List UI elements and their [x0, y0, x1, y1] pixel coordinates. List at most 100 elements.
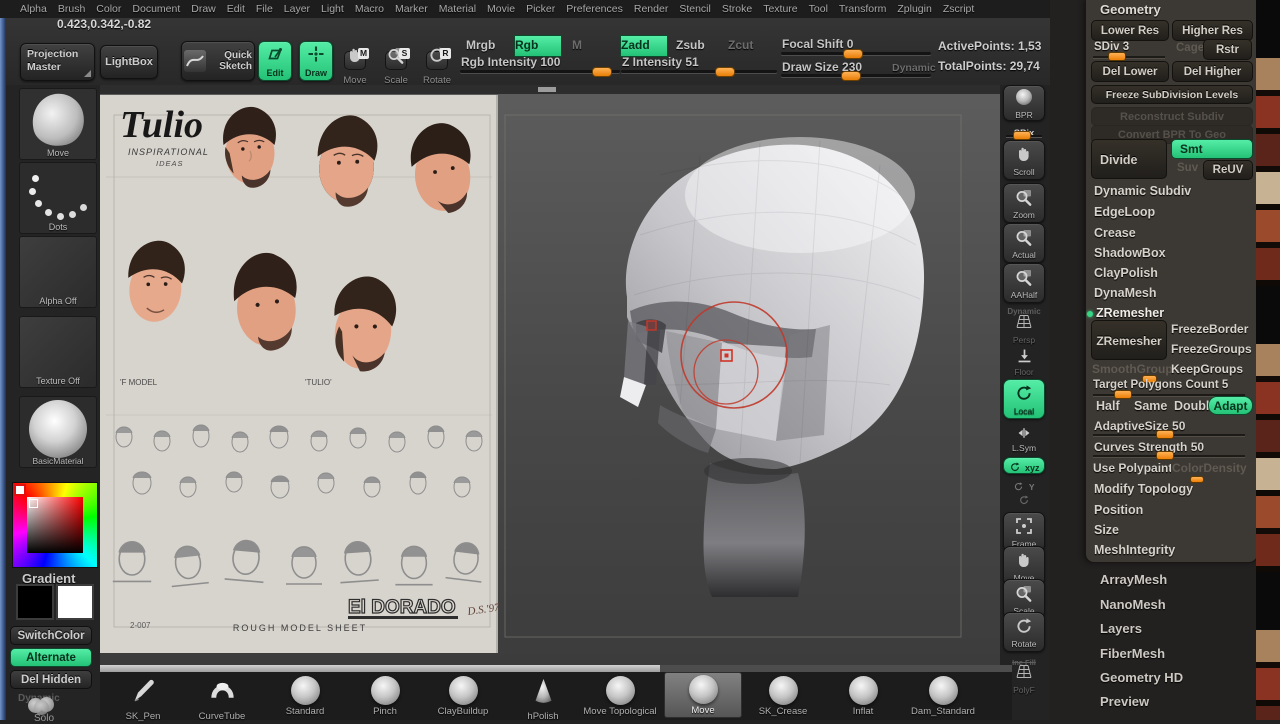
switch-color-button[interactable]: SwitchColor [10, 626, 92, 645]
local-symmetry-button[interactable]: Local [1003, 379, 1045, 419]
freeze-groups-toggle[interactable]: FreezeGroups [1171, 342, 1252, 356]
z-rotation-button[interactable] [1003, 493, 1045, 508]
higher-res-button[interactable]: Higher Res [1172, 20, 1253, 41]
section-preview[interactable]: Preview [1100, 694, 1149, 709]
rgb-intensity-handle[interactable] [592, 67, 612, 77]
document-canvas[interactable]: Tulio INSPIRATIONAL IDEAS 'F MODEL 'TULI… [100, 85, 1000, 668]
section-mesh-integrity[interactable]: MeshIntegrity [1094, 543, 1175, 557]
secondary-color-swatch[interactable] [56, 584, 94, 620]
brush-item-dam-standard[interactable]: Dam_Standard [904, 674, 982, 717]
menu-draw[interactable]: Draw [191, 3, 216, 15]
section-geometry-hd[interactable]: Geometry HD [1100, 670, 1183, 685]
quick-sketch-button[interactable]: Quick Sketch [181, 41, 255, 81]
brush-item-pinch[interactable]: Pinch [346, 674, 424, 717]
xyz-rotation-button[interactable]: xyz [1003, 457, 1045, 474]
menu-zplugin[interactable]: Zplugin [897, 3, 931, 15]
scale-mode-button[interactable]: S Scale [380, 44, 412, 88]
reconstruct-subdiv-button[interactable]: Reconstruct Subdiv [1091, 107, 1253, 126]
menu-light[interactable]: Light [321, 3, 344, 15]
menu-tool[interactable]: Tool [809, 3, 828, 15]
menu-texture[interactable]: Texture [763, 3, 797, 15]
smooth-groups-slider[interactable]: SmoothGroups [1092, 362, 1179, 376]
zcut-button[interactable]: Zcut [728, 38, 753, 52]
menu-alpha[interactable]: Alpha [20, 3, 47, 15]
menu-layer[interactable]: Layer [284, 3, 310, 15]
stroke-selector-thumbnail[interactable]: Dots [19, 162, 97, 234]
menu-transform[interactable]: Transform [839, 3, 886, 15]
focal-shift-handle[interactable] [843, 49, 863, 59]
menu-edit[interactable]: Edit [227, 3, 245, 15]
menu-file[interactable]: File [256, 3, 273, 15]
y-rotation-button[interactable]: Y [1003, 477, 1045, 492]
aahalf-button[interactable]: AAHalf [1003, 263, 1045, 303]
mrgb-button[interactable]: Mrgb [466, 38, 495, 52]
section-edgeloop[interactable]: EdgeLoop [1094, 205, 1155, 219]
zadd-button[interactable]: Zadd [620, 35, 668, 57]
divide-button[interactable]: Divide [1091, 139, 1167, 179]
menu-material[interactable]: Material [439, 3, 476, 15]
menu-stencil[interactable]: Stencil [679, 3, 711, 15]
section-dynamic-subdiv[interactable]: Dynamic Subdiv [1094, 184, 1191, 198]
rotate-mode-button[interactable]: R Rotate [421, 44, 453, 88]
same-button[interactable]: Same [1134, 399, 1167, 413]
menu-color[interactable]: Color [96, 3, 121, 15]
brush-item-inflat[interactable]: Inflat [824, 674, 902, 717]
actual-size-button[interactable]: Actual [1003, 223, 1045, 263]
section-position[interactable]: Position [1094, 503, 1143, 517]
projection-master-button[interactable]: Projection Master [20, 43, 95, 81]
m-button[interactable]: M [572, 38, 582, 52]
target-polygons-handle[interactable] [1114, 390, 1132, 399]
geometry-panel-title[interactable]: Geometry [1100, 2, 1161, 17]
zremesher-button[interactable]: ZRemesher [1091, 320, 1167, 360]
menu-brush[interactable]: Brush [58, 3, 85, 15]
spix-handle[interactable] [1013, 131, 1031, 140]
section-modify-topology[interactable]: Modify Topology [1094, 482, 1193, 496]
section-fibermesh[interactable]: FiberMesh [1100, 646, 1165, 661]
sdiv-handle[interactable] [1108, 52, 1126, 61]
draw-mode-button[interactable]: Draw [299, 41, 333, 81]
sdiv-slider[interactable] [1093, 56, 1165, 58]
menu-render[interactable]: Render [634, 3, 668, 15]
reuv-button[interactable]: ReUV [1203, 160, 1253, 180]
brush-item-curvetube[interactable]: CurveTube [183, 674, 261, 722]
draw-size-handle[interactable] [841, 71, 861, 81]
persp-button[interactable]: Persp [1003, 311, 1045, 347]
material-selector-thumbnail[interactable]: BasicMaterial [19, 396, 97, 468]
lower-res-button[interactable]: Lower Res [1091, 20, 1169, 41]
alpha-selector-thumbnail[interactable]: Alpha Off [19, 236, 97, 308]
section-size[interactable]: Size [1094, 523, 1119, 537]
focal-shift-slider[interactable] [781, 49, 931, 59]
del-hidden-button[interactable]: Del Hidden [10, 670, 92, 689]
brush-item-sk-pen[interactable]: SK_Pen [104, 674, 182, 722]
section-claypolish[interactable]: ClayPolish [1094, 266, 1158, 280]
floor-button[interactable]: Floor [1003, 347, 1045, 379]
menu-macro[interactable]: Macro [355, 3, 384, 15]
rgb-intensity-slider[interactable] [460, 67, 620, 77]
divider-handle[interactable] [538, 87, 556, 92]
del-higher-button[interactable]: Del Higher [1172, 61, 1253, 82]
solo-icon[interactable] [28, 697, 62, 715]
adapt-toggle[interactable]: Adapt [1208, 396, 1253, 415]
use-polypaint-toggle[interactable]: Use Polypaint [1093, 461, 1171, 475]
color-picker[interactable] [12, 482, 98, 568]
menu-marker[interactable]: Marker [395, 3, 428, 15]
section-crease[interactable]: Crease [1094, 226, 1136, 240]
curves-strength-handle[interactable] [1156, 451, 1174, 460]
smt-toggle[interactable]: Smt [1171, 139, 1253, 159]
menu-stroke[interactable]: Stroke [722, 3, 752, 15]
brush-item-claybuildup[interactable]: ClayBuildup [424, 674, 502, 717]
tray-divider-bar[interactable] [100, 665, 660, 672]
menu-zscript[interactable]: Zscript [943, 3, 975, 15]
suv-toggle[interactable]: Suv [1177, 162, 1198, 174]
z-intensity-slider[interactable] [621, 67, 777, 77]
brush-item-move-topological[interactable]: Move Topological [576, 674, 664, 717]
menu-movie[interactable]: Movie [487, 3, 515, 15]
brush-item-move-selected[interactable]: Move [664, 672, 742, 718]
freeze-subdivision-button[interactable]: Freeze SubDivision Levels [1091, 85, 1253, 104]
shelf-rotate-button[interactable]: Rotate [1003, 612, 1045, 652]
bpr-button[interactable]: BPR [1003, 85, 1045, 121]
sculpt-model-head[interactable] [620, 137, 925, 597]
section-arraymesh[interactable]: ArrayMesh [1100, 572, 1167, 587]
section-layers[interactable]: Layers [1100, 621, 1142, 636]
lightbox-button[interactable]: LightBox [100, 45, 158, 79]
